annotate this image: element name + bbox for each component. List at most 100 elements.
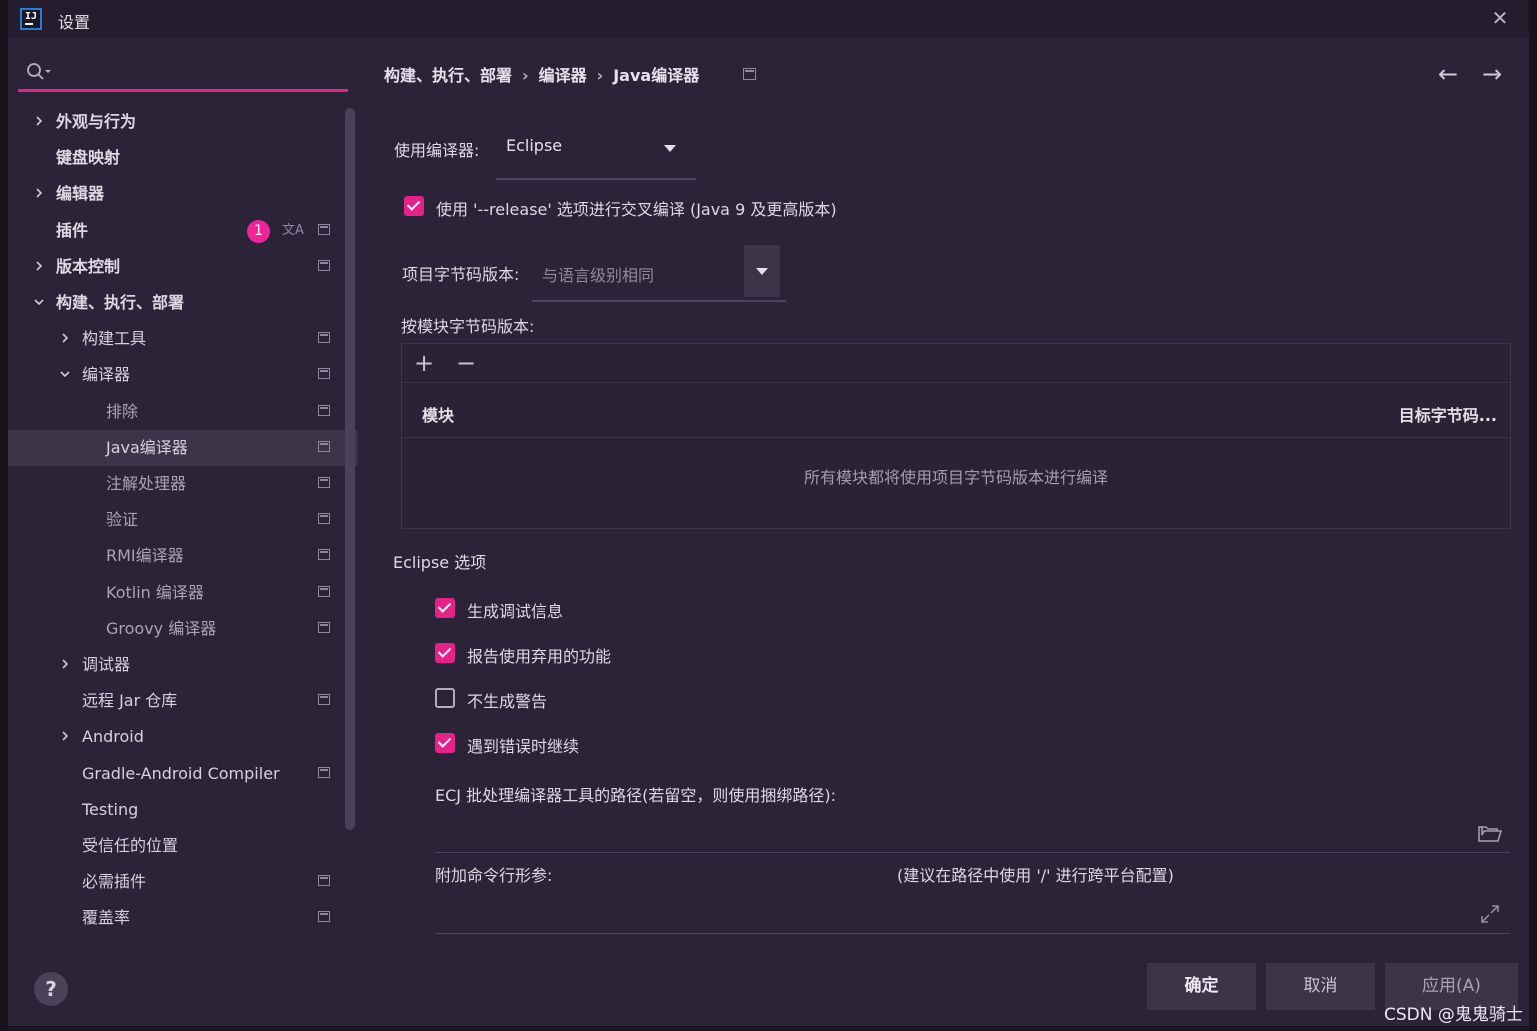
project-scope-icon <box>743 68 756 80</box>
compiler-value: Eclipse <box>506 136 563 155</box>
sidebar-item-label: 编辑器 <box>56 184 105 204</box>
remove-button[interactable]: − <box>456 348 476 378</box>
project-scope-icon <box>318 621 330 633</box>
add-button[interactable]: + <box>414 348 434 378</box>
settings-tree: 外观与行为 键盘映射 编辑器 插件 1 文A 版本控制 构建、执行、部署 构建工具 编译器 排除 Ja… <box>8 102 358 948</box>
sidebar-item[interactable]: 外观与行为 <box>8 104 358 140</box>
back-arrow-icon[interactable]: ← <box>1438 60 1458 88</box>
sidebar-item[interactable]: Kotlin 编译器 <box>8 575 358 611</box>
sidebar-item-label: 外观与行为 <box>56 112 137 131</box>
expand-icon[interactable] <box>1480 904 1500 924</box>
settings-dialog: IJ 设置 ✕ 外观与行为 键盘映射 编辑器 插件 1 文A 版本控制 构建、执行、部署 构建工… <box>8 0 1529 1026</box>
eclipse-option-checkbox[interactable] <box>435 688 455 708</box>
sidebar-item-label: 插件 <box>56 220 89 240</box>
release-option-label: 使用 '--release' 选项进行交叉编译 (Java 9 及更高版本) <box>436 200 837 219</box>
forward-arrow-icon[interactable]: → <box>1482 60 1502 88</box>
search-input[interactable] <box>18 52 348 92</box>
sidebar-item[interactable]: 远程 Jar 仓库 <box>8 683 358 719</box>
sidebar-item[interactable]: 覆盖率 <box>8 900 358 936</box>
eclipse-options-title: Eclipse 选项 <box>393 553 487 572</box>
sidebar-item[interactable]: Gradle-Android Compiler <box>8 756 358 792</box>
sidebar-item[interactable]: 验证 <box>8 502 358 538</box>
project-scope-icon <box>318 404 330 416</box>
sidebar-item[interactable]: 排除 <box>8 394 358 430</box>
header-divider <box>402 437 1510 438</box>
sidebar-item-label: RMI编译器 <box>106 546 184 566</box>
chevron-right-icon[interactable] <box>34 116 44 126</box>
ok-button[interactable]: 确定 <box>1147 963 1256 1010</box>
sidebar-item-label: 键盘映射 <box>56 148 121 168</box>
eclipse-option-label: 不生成警告 <box>467 692 548 711</box>
sidebar-item[interactable]: 构建工具 <box>8 321 358 357</box>
help-button[interactable]: ? <box>34 972 68 1006</box>
chevron-down-icon <box>664 145 676 152</box>
sidebar-item[interactable]: Groovy 编译器 <box>8 611 358 647</box>
empty-table-message: 所有模块都将使用项目字节码版本进行编译 <box>803 468 1108 487</box>
sidebar-item[interactable]: 键盘映射 <box>8 140 358 176</box>
chevron-right-icon[interactable] <box>60 333 70 343</box>
project-scope-icon <box>318 875 330 887</box>
intellij-app-icon: IJ <box>20 8 42 30</box>
release-option-checkbox[interactable] <box>404 196 424 216</box>
sidebar-item-label: Groovy 编译器 <box>106 618 217 638</box>
background-strip-left <box>0 0 8 1031</box>
project-scope-icon <box>318 694 330 706</box>
project-scope-icon <box>318 549 330 561</box>
compiler-dropdown[interactable]: Eclipse <box>496 128 696 180</box>
sidebar-item[interactable]: 构建、执行、部署 <box>8 285 358 321</box>
sidebar-item-label: 受信任的位置 <box>82 836 179 855</box>
sidebar-item[interactable]: RMI编译器 <box>8 538 358 574</box>
chevron-right-icon[interactable] <box>60 731 70 741</box>
breadcrumb-separator: › <box>522 66 529 85</box>
sidebar-item[interactable]: 插件 1 文A <box>8 213 358 249</box>
eclipse-option-label: 遇到错误时继续 <box>467 737 580 756</box>
eclipse-option-checkbox[interactable] <box>435 733 455 753</box>
sidebar-item-label: Java编译器 <box>106 437 188 457</box>
sidebar-item[interactable]: 编译器 <box>8 357 358 393</box>
chevron-right-icon[interactable] <box>34 261 44 271</box>
chevron-right-icon[interactable] <box>34 188 44 198</box>
sidebar-item[interactable]: Android <box>8 719 358 755</box>
settings-sidebar: 外观与行为 键盘映射 编辑器 插件 1 文A 版本控制 构建、执行、部署 构建工具 编译器 排除 Ja… <box>8 38 358 1026</box>
close-icon[interactable]: ✕ <box>1486 4 1514 32</box>
title-bar: IJ 设置 ✕ <box>8 0 1529 38</box>
ecj-path-input[interactable] <box>435 814 1445 844</box>
per-module-bytecode-table: + − 模块 目标字节码... 所有模块都将使用项目字节码版本进行编译 <box>401 343 1511 529</box>
sidebar-item-label: 编译器 <box>82 365 131 385</box>
settings-content: 构建、执行、部署 › 编译器 › Java编译器 ← → 使用编译器: Eclipse … <box>358 38 1529 1026</box>
folder-open-icon[interactable] <box>1478 824 1502 842</box>
breadcrumb-item[interactable]: 构建、执行、部署 <box>384 66 512 85</box>
breadcrumb-item: Java编译器 <box>613 66 700 85</box>
sidebar-item-label: 远程 Jar 仓库 <box>82 691 178 711</box>
ecj-path-underline <box>435 852 1510 853</box>
sidebar-item-label: Gradle-Android Compiler <box>82 763 280 783</box>
sidebar-item[interactable]: 必需插件 <box>8 864 358 900</box>
update-count-badge: 1 <box>247 219 270 243</box>
sidebar-scrollbar[interactable] <box>345 108 355 830</box>
column-header-module[interactable]: 模块 <box>422 402 454 426</box>
window-title: 设置 <box>58 13 91 32</box>
sidebar-item[interactable]: Testing <box>8 792 358 828</box>
chevron-down-icon[interactable] <box>34 297 44 307</box>
extra-args-input[interactable] <box>435 896 1445 926</box>
chevron-right-icon[interactable] <box>60 659 70 669</box>
sidebar-item[interactable]: 版本控制 <box>8 249 358 285</box>
sidebar-item[interactable]: 编辑器 <box>8 176 358 212</box>
sidebar-item[interactable]: 调试器 <box>8 647 358 683</box>
sidebar-item[interactable]: Java编译器 <box>8 429 358 466</box>
sidebar-item-label: 注解处理器 <box>106 474 187 493</box>
sidebar-item[interactable]: 注解处理器 <box>8 466 358 502</box>
eclipse-option-checkbox[interactable] <box>435 643 455 663</box>
project-scope-icon <box>318 223 330 235</box>
sidebar-item-label: 验证 <box>106 510 139 530</box>
bytecode-version-dropdown[interactable]: 与语言级别相同 <box>532 245 786 302</box>
dropdown-button[interactable] <box>744 245 780 297</box>
breadcrumb-item[interactable]: 编译器 <box>539 66 587 85</box>
extra-args-label: 附加命令行形参: <box>435 866 553 885</box>
cancel-button[interactable]: 取消 <box>1266 963 1375 1010</box>
project-scope-icon <box>318 477 330 488</box>
sidebar-item[interactable]: 受信任的位置 <box>8 828 358 864</box>
column-header-target-bytecode[interactable]: 目标字节码... <box>1399 402 1497 426</box>
chevron-down-icon[interactable] <box>60 369 70 379</box>
eclipse-option-checkbox[interactable] <box>435 598 455 618</box>
